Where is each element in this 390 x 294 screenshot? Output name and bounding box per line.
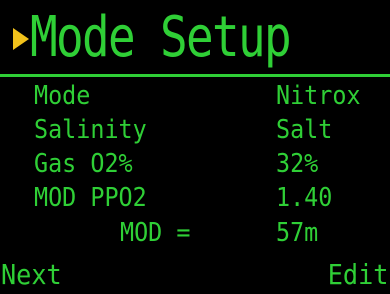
next-softkey-button[interactable]: Next: [1, 258, 62, 292]
setting-value: 32%: [276, 149, 319, 179]
setting-value: Salt: [276, 115, 333, 145]
setting-row-mod: MOD = 57m: [0, 217, 390, 249]
right-triangle-icon: [13, 28, 29, 50]
setting-value: 57m: [276, 218, 319, 248]
setting-row-mode: Mode Nitrox: [0, 80, 390, 112]
page-title: Mode Setup: [30, 5, 292, 70]
setting-label: Salinity: [34, 115, 147, 145]
setting-label: MOD =: [120, 218, 191, 248]
title-row: Mode Setup: [0, 2, 390, 74]
title-divider: [0, 74, 390, 77]
setting-value: 1.40: [276, 183, 333, 213]
setting-label: MOD PPO2: [34, 183, 147, 213]
setting-label: Mode: [34, 81, 91, 111]
edit-softkey-button[interactable]: Edit: [327, 258, 388, 292]
setting-row-mod-ppo2: MOD PPO2 1.40: [0, 182, 390, 214]
setting-row-gas-o2: Gas O2% 32%: [0, 148, 390, 180]
dive-computer-screen: Mode Setup Mode Nitrox Salinity Salt Gas…: [0, 0, 390, 294]
setting-value: Nitrox: [276, 81, 361, 111]
setting-row-salinity: Salinity Salt: [0, 114, 390, 146]
setting-label: Gas O2%: [34, 149, 133, 179]
